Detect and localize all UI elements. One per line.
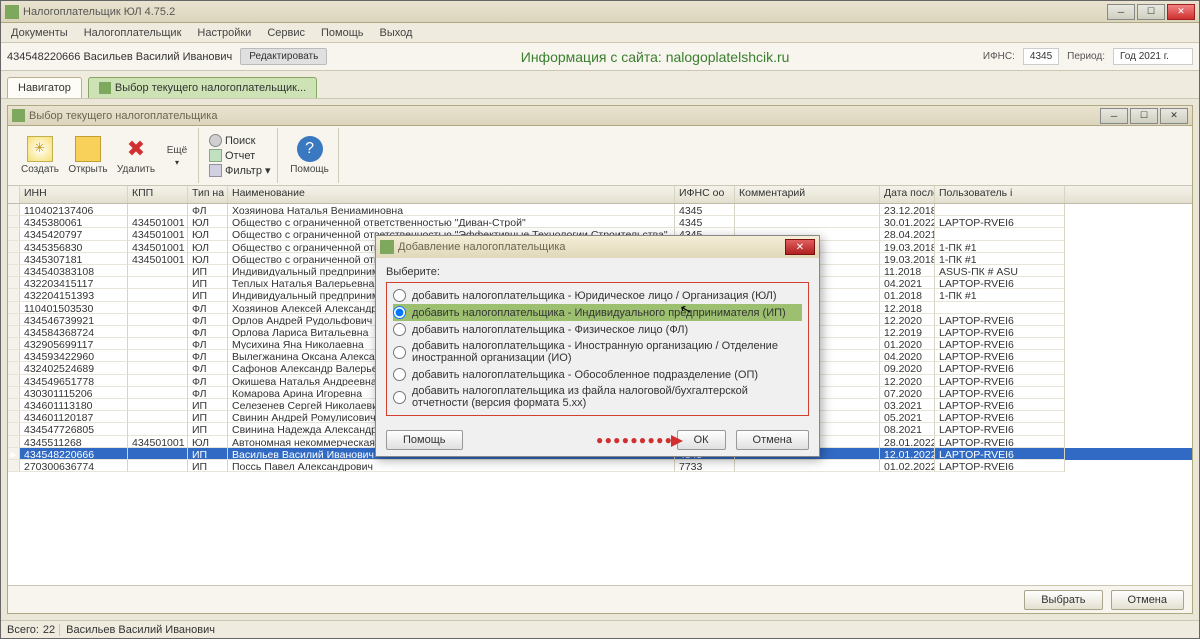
status-count: 22 xyxy=(43,624,55,636)
col-user[interactable]: Пользователь і xyxy=(935,186,1065,203)
dialog-title: Добавление налогоплательщика xyxy=(398,241,785,253)
col-inn[interactable]: ИНН xyxy=(20,186,128,203)
report-icon xyxy=(209,149,222,162)
minimize-button[interactable]: ─ xyxy=(1107,4,1135,20)
child-title-text: Выбор текущего налогоплательщика xyxy=(29,110,1100,122)
current-payer: 434548220666 Васильев Василий Иванович xyxy=(7,51,232,63)
col-date[interactable]: Дата последн xyxy=(880,186,935,203)
create-button[interactable]: Создать xyxy=(18,134,62,177)
site-link[interactable]: Информация с сайта: nalogoplatelshcik.ru xyxy=(521,49,790,65)
menu-help[interactable]: Помощь xyxy=(315,25,370,41)
radio-option[interactable]: добавить налогоплательщика - Физическое … xyxy=(393,321,802,338)
dialog-cancel-button[interactable]: Отмена xyxy=(736,430,809,450)
app-icon xyxy=(5,5,19,19)
tab-navigator[interactable]: Навигатор xyxy=(7,77,82,98)
period-value[interactable]: Год 2021 г. xyxy=(1113,48,1193,65)
col-type[interactable]: Тип на xyxy=(188,186,228,203)
maximize-button[interactable]: ☐ xyxy=(1137,4,1165,20)
menu-service[interactable]: Сервис xyxy=(261,25,311,41)
edit-button[interactable]: Редактировать xyxy=(240,48,327,65)
status-current: Васильев Василий Иванович xyxy=(59,624,221,636)
tab-selector[interactable]: Выбор текущего налогоплательщик... xyxy=(88,77,317,98)
radio-input[interactable] xyxy=(393,289,406,302)
col-name[interactable]: Наименование xyxy=(228,186,675,203)
child-titlebar: Выбор текущего налогоплательщика ─ ☐ ✕ xyxy=(8,106,1192,126)
dialog-icon xyxy=(380,240,394,254)
close-button[interactable]: ✕ xyxy=(1167,4,1195,20)
child-max-button[interactable]: ☐ xyxy=(1130,108,1158,124)
radio-option[interactable]: добавить налогоплательщика - Юридическое… xyxy=(393,287,802,304)
statusbar: Всего: 22 Васильев Василий Иванович xyxy=(1,620,1199,638)
menu-documents[interactable]: Документы xyxy=(5,25,74,41)
type-radio-group: добавить налогоплательщика - Юридическое… xyxy=(386,282,809,416)
radio-option[interactable]: добавить налогоплательщика из файла нало… xyxy=(393,383,802,411)
table-row[interactable]: 110402137406ФЛХозяинова Наталья Вениамин… xyxy=(8,204,1192,216)
menu-exit[interactable]: Выход xyxy=(374,25,419,41)
report-button[interactable]: Отчет xyxy=(209,149,271,162)
ribbon: Создать Открыть ✖Удалить Ещё▾ Поиск Отче… xyxy=(8,126,1192,186)
dialog-close-button[interactable]: ✕ xyxy=(785,239,815,255)
child-close-button[interactable]: ✕ xyxy=(1160,108,1188,124)
add-taxpayer-dialog: Добавление налогоплательщика ✕ Выберите:… xyxy=(375,235,820,457)
open-button[interactable]: Открыть xyxy=(66,134,110,177)
select-button[interactable]: Выбрать xyxy=(1024,590,1102,610)
menubar: Документы Налогоплательщик Настройки Сер… xyxy=(1,23,1199,43)
dialog-heading: Выберите: xyxy=(386,266,809,278)
child-footer: Выбрать Отмена xyxy=(8,585,1192,613)
delete-x-icon: ✖ xyxy=(123,136,149,162)
radio-option[interactable]: добавить налогоплательщика - Обособленно… xyxy=(393,366,802,383)
radio-input[interactable] xyxy=(393,391,406,404)
cancel-button[interactable]: Отмена xyxy=(1111,590,1184,610)
folder-icon xyxy=(75,136,101,162)
child-min-button[interactable]: ─ xyxy=(1100,108,1128,124)
radio-option[interactable]: добавить налогоплательщика - Иностранную… xyxy=(393,338,802,366)
menu-taxpayer[interactable]: Налогоплательщик xyxy=(78,25,188,41)
dialog-help-button[interactable]: Помощь xyxy=(386,430,463,450)
info-strip: 434548220666 Васильев Василий Иванович Р… xyxy=(1,43,1199,71)
status-count-label: Всего: xyxy=(7,624,39,636)
table-row[interactable]: 270300636774ИППоссь Павел Александрович7… xyxy=(8,460,1192,472)
dialog-titlebar: Добавление налогоплательщика ✕ xyxy=(376,236,819,258)
radio-input[interactable] xyxy=(393,306,406,319)
radio-input[interactable] xyxy=(393,368,406,381)
child-icon xyxy=(12,109,25,122)
col-comm[interactable]: Комментарий xyxy=(735,186,880,203)
col-kpp[interactable]: КПП xyxy=(128,186,188,203)
menu-settings[interactable]: Настройки xyxy=(191,25,257,41)
nav-tabs: Навигатор Выбор текущего налогоплательщи… xyxy=(1,71,1199,99)
table-header: ИНН КПП Тип на Наименование ИФНС оо Комм… xyxy=(8,186,1192,204)
filter-icon xyxy=(209,164,222,177)
filter-button[interactable]: Фильтр ▾ xyxy=(209,164,271,177)
radio-input[interactable] xyxy=(393,323,406,336)
app-title: Налогоплательщик ЮЛ 4.75.2 xyxy=(23,6,1107,18)
period-label: Период: xyxy=(1067,51,1105,62)
sparkle-icon xyxy=(27,136,53,162)
help-icon: ? xyxy=(297,136,323,162)
delete-button[interactable]: ✖Удалить xyxy=(114,134,158,177)
tab-icon xyxy=(99,82,111,94)
table-row[interactable]: 4345380061434501001ЮЛОбщество с ограниче… xyxy=(8,216,1192,228)
col-ifns[interactable]: ИФНС оо xyxy=(675,186,735,203)
radio-option[interactable]: добавить налогоплательщика - Индивидуаль… xyxy=(393,304,802,321)
annotation-arrow: ● ● ● ● ● ● ● ● ● xyxy=(596,433,683,447)
dialog-ok-button[interactable]: ОК xyxy=(677,430,726,450)
titlebar: Налогоплательщик ЮЛ 4.75.2 ─ ☐ ✕ xyxy=(1,1,1199,23)
search-button[interactable]: Поиск xyxy=(209,134,271,147)
radio-input[interactable] xyxy=(393,346,406,359)
more-button[interactable]: Ещё▾ xyxy=(162,143,192,169)
ifns-label: ИФНС: xyxy=(983,51,1015,62)
help-button[interactable]: ?Помощь xyxy=(288,134,332,177)
ifns-value: 4345 xyxy=(1023,48,1059,65)
search-icon xyxy=(209,134,222,147)
